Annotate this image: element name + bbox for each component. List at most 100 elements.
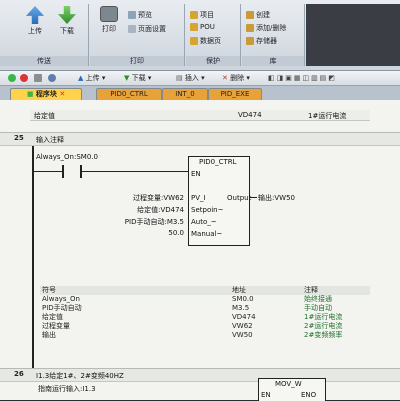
table-row: 输出 VW50 2#变频频率 xyxy=(40,331,370,340)
preview-icon xyxy=(128,11,136,19)
rung-wire xyxy=(34,171,62,172)
preview-button[interactable]: 预览 xyxy=(128,10,152,20)
toolbar-misc-icons[interactable]: ◧◨▣▦◫▥▤◩ xyxy=(268,73,337,83)
toolbar-upload-label: 上传 xyxy=(85,74,100,82)
tab-int0[interactable]: INT_0 xyxy=(162,88,208,100)
symbol-cell: PID手动自动 xyxy=(42,304,82,312)
protect-project-button[interactable]: 项目 xyxy=(190,10,214,20)
pin-manual: Manual~ xyxy=(191,230,223,238)
library-storage-button[interactable]: 存储器 xyxy=(246,36,277,46)
tab-label: INT_0 xyxy=(175,90,195,98)
printer-icon xyxy=(100,6,118,22)
address-cell: VD474 xyxy=(232,313,256,321)
address-cell: SM0.0 xyxy=(232,295,254,303)
protect-pou-button[interactable]: POU xyxy=(190,23,215,31)
page-setup-icon xyxy=(128,25,136,33)
transfer-group: 上传 下载 传送 xyxy=(0,4,89,66)
table-row: 给定值 VD474 1#运行电流 xyxy=(40,313,370,322)
library-group: 创建 添加/删除 存储器 库 xyxy=(242,4,305,66)
delete-icon: ✕ xyxy=(222,74,228,82)
pin-pv: PV_I xyxy=(191,194,206,202)
toolbar-insert-label: 插入 xyxy=(184,74,199,82)
network-26-header[interactable]: 26 I1.3给定1#、2#变频40HZ xyxy=(0,368,400,382)
prev-symbol-comment: 1#运行电流 xyxy=(308,112,347,120)
input-setpoint-source[interactable]: 给定值:VD474 xyxy=(112,205,184,215)
stop-icon[interactable] xyxy=(20,73,28,83)
upload-small-icon: ▲ xyxy=(78,74,84,82)
contact-label: Always_On:SM0.0 xyxy=(36,153,98,161)
input-manual-source[interactable]: 50.0 xyxy=(150,229,184,237)
network-25-header[interactable]: 25 输入注释 xyxy=(0,132,400,146)
en-pin: EN xyxy=(261,391,271,399)
toolbar-download-label: 下载 xyxy=(131,74,146,82)
mov-function-block[interactable]: MOV_W EN ENO xyxy=(258,378,326,401)
table-row: PID手动自动 M3.5 手动自动 xyxy=(40,304,370,313)
tab-label: PID_EXE xyxy=(220,90,250,98)
protect-data-page-button[interactable]: 数据页 xyxy=(190,36,221,46)
prev-symbol-name: 给定值 xyxy=(34,112,55,120)
toolbar-upload-button[interactable]: ▲ 上传 ▾ xyxy=(78,73,105,83)
network-number: 25 xyxy=(14,134,24,142)
ladder-editor[interactable]: 给定值 VD474 1#运行电流 25 输入注释 Always_On:SM0.0… xyxy=(0,100,400,401)
library-caption: 库 xyxy=(242,56,304,66)
symbol-cell: Always_On xyxy=(42,295,80,303)
network-number: 26 xyxy=(14,370,24,378)
comment-header: 注释 xyxy=(302,286,370,295)
pid-function-block[interactable]: PID0_CTRL EN PV_I Setpoin~ Auto_~ Manual… xyxy=(188,156,251,246)
prev-symbol-addr: VD474 xyxy=(238,111,262,119)
download-button[interactable]: 下载 xyxy=(54,6,80,36)
tab-pid-exe[interactable]: PID_EXE xyxy=(208,88,262,100)
project-label: 项目 xyxy=(200,11,214,19)
output-target[interactable]: 输出:VW50 xyxy=(258,193,295,203)
input-pv-source[interactable]: 过程变量:VW62 xyxy=(120,193,184,203)
lock-icon xyxy=(190,23,198,31)
contact-left-bar[interactable] xyxy=(62,165,64,178)
toolbar-delete-button[interactable]: ✕ 删除 ▾ xyxy=(222,73,250,83)
contact-label: 指南运行输入:I1.3 xyxy=(38,385,96,393)
close-icon[interactable]: ✕ xyxy=(59,90,65,98)
add-remove-label: 添加/删除 xyxy=(256,24,287,32)
compile-icon[interactable] xyxy=(34,73,42,83)
toolbar-download-button[interactable]: ▼ 下载 ▾ xyxy=(124,73,151,83)
print-caption: 打印 xyxy=(90,56,184,66)
print-label: 打印 xyxy=(102,25,116,33)
address-cell: VW50 xyxy=(232,331,253,339)
block-title: MOV_W xyxy=(275,380,302,388)
tab-pid0-ctrl[interactable]: PID0_CTRL xyxy=(96,88,162,100)
download-label: 下载 xyxy=(60,27,74,35)
block-title: PID0_CTRL xyxy=(199,158,237,166)
download-small-icon: ▼ xyxy=(124,74,130,82)
ribbon-dark-area xyxy=(306,4,400,66)
ribbon: 上传 下载 传送 打印 预览 页面设置 打印 项目 POU 数据页 保护 创建 … xyxy=(0,0,400,71)
power-rail xyxy=(32,146,34,380)
refresh-icon[interactable] xyxy=(48,73,56,83)
tab-main-program[interactable]: ■ 程序块 ✕ xyxy=(10,88,82,100)
download-arrow-icon xyxy=(58,6,76,24)
page-setup-button[interactable]: 页面设置 xyxy=(128,24,166,34)
storage-label: 存储器 xyxy=(256,37,277,45)
transfer-caption: 传送 xyxy=(0,56,88,66)
library-add-remove-button[interactable]: 添加/删除 xyxy=(246,23,286,33)
symbol-cell: 过程变量 xyxy=(42,322,70,330)
address-cell: M3.5 xyxy=(232,304,250,312)
symbol-cell: 输出 xyxy=(42,331,56,339)
comment-cell: 手动自动 xyxy=(304,304,332,312)
symbol-table: 符号 地址 注释 Always_On SM0.0 始终接通 PID手动自动 M3.5 手… xyxy=(40,286,370,340)
lock-icon xyxy=(190,37,198,45)
tab-label: PID0_CTRL xyxy=(110,90,148,98)
library-create-button[interactable]: 创建 xyxy=(246,10,270,20)
upload-arrow-icon xyxy=(26,6,44,24)
data-page-label: 数据页 xyxy=(200,37,221,45)
symbol-header: 符号 xyxy=(40,286,230,295)
protect-group: 项目 POU 数据页 保护 xyxy=(186,4,241,66)
print-group: 打印 预览 页面设置 打印 xyxy=(90,4,185,66)
run-icon[interactable] xyxy=(8,73,16,83)
print-button[interactable]: 打印 xyxy=(96,6,122,34)
input-auto-source[interactable]: PID手动自动:M3.5 xyxy=(100,217,184,227)
toolbar-insert-button[interactable]: ▤ 插入 ▾ xyxy=(176,73,205,83)
comment-cell: 2#运行电流 xyxy=(304,322,343,330)
network-comment: 输入注释 xyxy=(36,136,64,144)
symbol-cell: 给定值 xyxy=(42,313,63,321)
pin-auto: Auto_~ xyxy=(191,218,217,226)
upload-button[interactable]: 上传 xyxy=(22,6,48,36)
